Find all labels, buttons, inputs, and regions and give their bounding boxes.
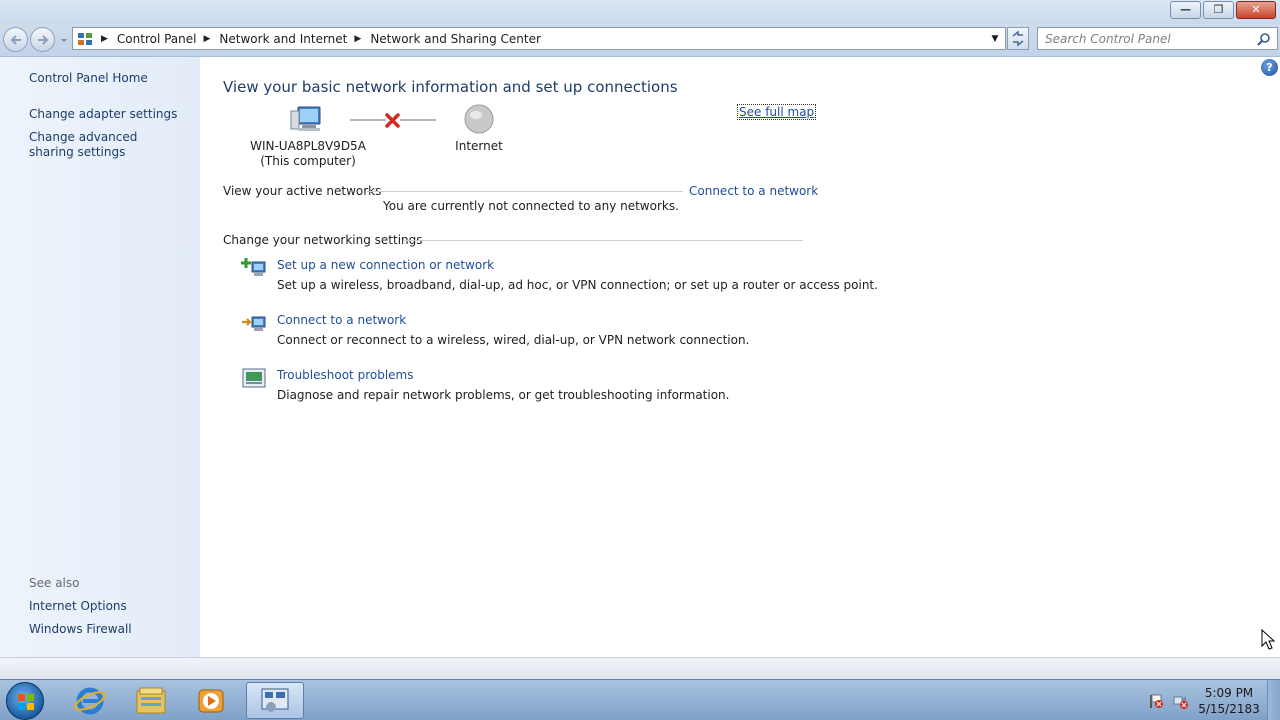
start-button[interactable]	[6, 682, 44, 720]
forward-arrow-icon	[38, 35, 49, 45]
maximize-button[interactable]: ❐	[1203, 1, 1234, 19]
new-connection-icon[interactable]	[241, 256, 267, 280]
close-icon: ✕	[1251, 3, 1261, 16]
troubleshoot-problems-link[interactable]: Troubleshoot problems	[277, 368, 413, 382]
refresh-icon	[1012, 30, 1024, 47]
left-navigation-pane: Control Panel Home Change adapter settin…	[0, 57, 200, 657]
system-clock[interactable]: 5:09 PM 5/15/2183	[1196, 685, 1262, 717]
breadcrumb-network-sharing-center[interactable]: Network and Sharing Center	[370, 32, 541, 46]
connect-to-network-task-link[interactable]: Connect to a network	[277, 313, 406, 327]
computer-name: WIN-UA8PL8V9D5A	[250, 139, 366, 153]
navigation-bar: ▶ Control Panel ▶ Network and Internet ▶…	[0, 24, 1280, 57]
windows-explorer-icon	[136, 687, 166, 714]
divider	[404, 240, 803, 241]
chevron-right-icon[interactable]: ▶	[204, 34, 211, 44]
troubleshoot-problems-desc: Diagnose and repair network problems, or…	[277, 388, 730, 402]
control-panel-icon	[76, 30, 94, 48]
disconnected-x-icon[interactable]	[384, 112, 401, 129]
computer-icon[interactable]	[290, 105, 324, 135]
internet-explorer-icon	[74, 687, 106, 715]
control-panel-button[interactable]	[246, 682, 304, 719]
clock-date: 5/15/2183	[1198, 702, 1260, 716]
breadcrumb-control-panel[interactable]: Control Panel	[117, 32, 197, 46]
window-controls: — ❐ ✕	[1168, 1, 1276, 19]
active-networks-heading: View your active networks	[223, 184, 382, 198]
help-icon[interactable]: ?	[1261, 59, 1278, 76]
control-panel-home-link[interactable]: Control Panel Home	[29, 71, 148, 86]
network-disconnected-icon[interactable]	[1172, 693, 1188, 709]
see-full-map-link[interactable]: See full map	[737, 104, 817, 120]
page-title: View your basic network information and …	[223, 78, 678, 96]
close-button[interactable]: ✕	[1236, 1, 1276, 19]
windows-firewall-link[interactable]: Windows Firewall	[29, 622, 132, 637]
computer-sub: (This computer)	[260, 154, 356, 168]
back-arrow-icon	[10, 35, 21, 45]
connection-line	[350, 119, 386, 121]
search-input[interactable]	[1045, 31, 1255, 46]
connect-to-network-desc: Connect or reconnect to a wireless, wire…	[277, 333, 750, 347]
windows-explorer-button[interactable]	[122, 682, 180, 719]
forward-button[interactable]	[30, 27, 55, 52]
show-desktop-button[interactable]	[1267, 680, 1280, 720]
address-bar[interactable]: ▶ Control Panel ▶ Network and Internet ▶…	[72, 27, 1006, 50]
breadcrumb-network-and-internet[interactable]: Network and Internet	[219, 32, 347, 46]
connection-line	[400, 119, 436, 121]
taskbar: 5:09 PM 5/15/2183	[0, 679, 1280, 720]
mouse-cursor-icon	[1261, 629, 1275, 650]
maximize-icon: ❐	[1213, 3, 1224, 16]
change-advanced-sharing-link[interactable]: Change advanced sharing settings	[29, 130, 179, 160]
not-connected-message: You are currently not connected to any n…	[383, 199, 679, 213]
troubleshoot-icon[interactable]	[241, 366, 267, 390]
minimize-icon: —	[1180, 3, 1191, 16]
chevron-right-icon[interactable]: ▶	[101, 34, 108, 44]
connect-to-network-link[interactable]: Connect to a network	[689, 184, 818, 198]
search-icon[interactable]	[1257, 32, 1271, 46]
media-player-icon	[198, 689, 224, 713]
setup-new-connection-desc: Set up a wireless, broadband, dial-up, a…	[277, 278, 878, 292]
status-bar	[0, 657, 1280, 679]
minimize-button[interactable]: —	[1170, 1, 1201, 19]
change-adapter-settings-link[interactable]: Change adapter settings	[29, 107, 177, 122]
setup-new-connection-link[interactable]: Set up a new connection or network	[277, 258, 494, 272]
internet-label: Internet	[455, 139, 503, 153]
connect-network-icon[interactable]	[241, 311, 267, 335]
windows-logo-icon	[18, 694, 34, 710]
media-player-button[interactable]	[182, 682, 240, 719]
internet-options-link[interactable]: Internet Options	[29, 599, 127, 614]
action-center-flag-icon[interactable]	[1147, 693, 1163, 709]
see-also-heading: See also	[29, 576, 80, 590]
control-panel-icon	[261, 688, 289, 712]
back-button[interactable]	[3, 27, 28, 52]
computer-node-label: WIN-UA8PL8V9D5A (This computer)	[246, 139, 370, 169]
chevron-down-icon[interactable]: ▼	[989, 32, 1001, 46]
internet-globe-icon[interactable]	[464, 104, 494, 134]
search-box[interactable]	[1037, 27, 1278, 50]
divider	[367, 191, 683, 192]
chevron-right-icon[interactable]: ▶	[354, 34, 361, 44]
main-content: ? View your basic network information an…	[200, 57, 1280, 657]
clock-time: 5:09 PM	[1204, 686, 1254, 700]
title-bar: — ❐ ✕	[0, 0, 1280, 24]
networking-settings-heading: Change your networking settings	[223, 233, 423, 247]
internet-explorer-button[interactable]	[61, 682, 119, 719]
recent-pages-dropdown[interactable]	[59, 33, 69, 47]
refresh-button[interactable]	[1007, 27, 1029, 50]
